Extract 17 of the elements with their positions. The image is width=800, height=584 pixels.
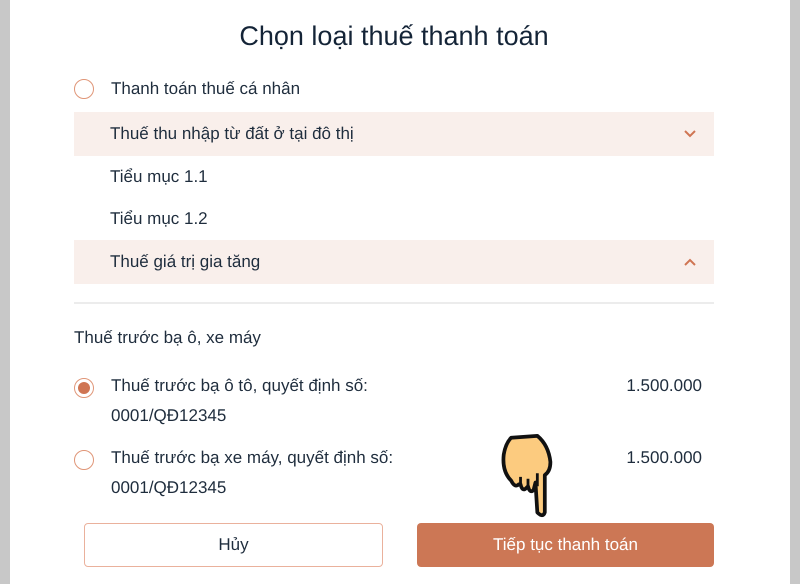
accordion-header[interactable]: Thuế thu nhập từ đất ở tại đô thị [74,112,714,156]
chevron-up-icon [684,258,696,266]
list-item[interactable]: Tiểu mục 1.2 [74,198,714,240]
chevron-down-icon [684,130,696,138]
accordion-header[interactable]: Thuế giá trị gia tăng [74,240,714,284]
amount-text: 1.500.000 [626,375,703,397]
radio-button[interactable] [74,378,94,398]
cancel-button[interactable]: Hủy [84,523,383,567]
amount-text: 1.500.000 [626,447,703,469]
option-label: Thanh toán thuế cá nhân [111,79,300,99]
option-label: Thuế trước bạ xe máy, quyết định số: 0001/QĐ12345 [111,447,394,499]
list-item[interactable]: Tiểu mục 1.1 [74,156,714,198]
option-label: Thuế trước bạ ô tô, quyết định số: 0001/QĐ12345 [111,375,369,427]
dialog-title: Chọn loại thuế thanh toán [238,20,550,53]
radio-button[interactable] [74,450,94,470]
section-heading: Thuế trước bạ ô, xe máy [74,328,262,349]
radio-button[interactable] [74,79,94,99]
